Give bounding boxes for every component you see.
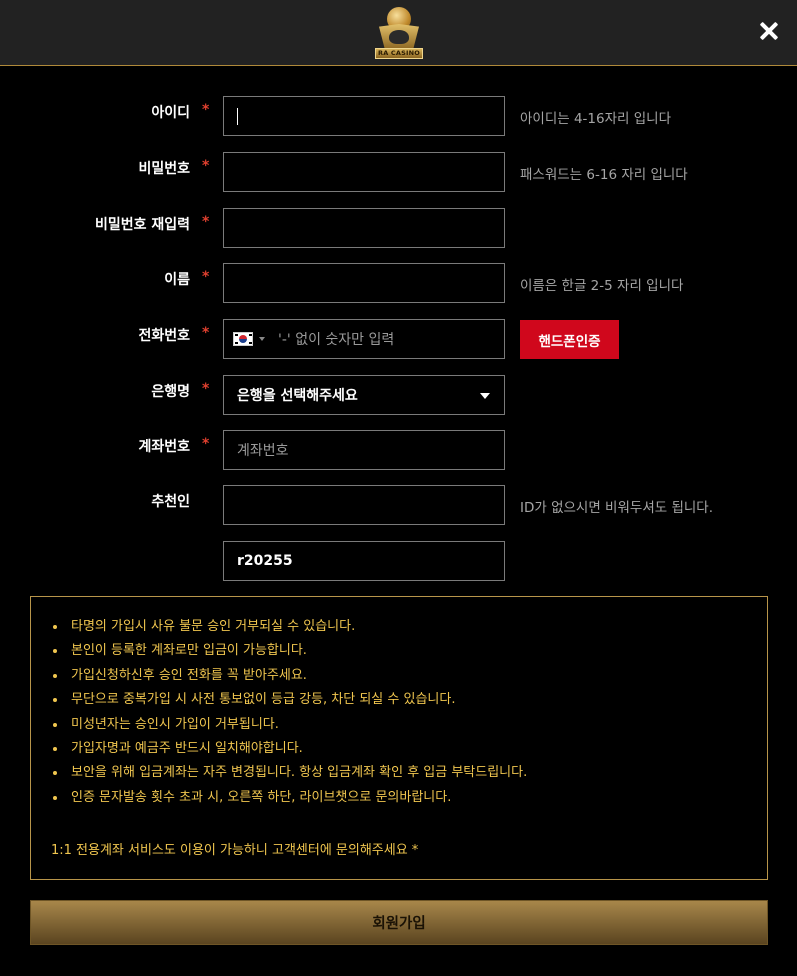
name-row: 이름 * 이름은 한글 2-5 자리 입니다 [0,263,797,303]
password-label: 비밀번호 [138,161,190,177]
bank-selected-value: 은행을 선택해주세요 [237,388,358,404]
name-input[interactable] [223,263,505,303]
required-mark: * [202,436,210,452]
account-placeholder: 계좌번호 [237,443,289,459]
notice-item: 가입신청하신후 승인 전화를 꼭 받아주세요. [51,666,747,690]
phone-verify-button[interactable]: 핸드폰인증 [520,320,619,359]
account-label: 계좌번호 [138,439,190,455]
notice-item: 가입자명과 예금주 반드시 일치해야합니다. [51,739,747,763]
password-confirm-input[interactable] [223,208,505,248]
notice-item: 인증 문자발송 횟수 초과 시, 오른쪽 하단, 라이브챗으로 문의바랍니다. [51,788,747,812]
username-row: 아이디 * 아이디는 4-16자리 입니다 [0,96,797,136]
username-hint: 아이디는 4-16자리 입니다 [520,111,672,127]
notice-item: 타명의 가입시 사유 불문 승인 거부되실 수 있습니다. [51,617,747,641]
korea-flag-icon[interactable] [233,332,253,346]
casino-logo: RA CASINO [373,6,425,60]
signup-button[interactable]: 회원가입 [30,900,768,945]
notice-footnote: 1:1 전용계좌 서비스도 이용이 가능하니 고객센터에 문의해주세요 * [51,843,419,858]
required-mark: * [202,325,210,341]
username-input[interactable] [223,96,505,136]
bank-row: 은행명 * 은행을 선택해주세요 [0,375,797,415]
name-label: 이름 [164,272,190,288]
bank-select[interactable]: 은행을 선택해주세요 [223,375,505,415]
referrer-input[interactable] [223,485,505,525]
required-mark: * [202,269,210,285]
notice-item: 보안을 위해 입금계좌는 자주 변경됩니다. 항상 입금계좌 확인 후 입금 부… [51,763,747,787]
text-cursor [237,107,238,125]
notice-box: 타명의 가입시 사유 불문 승인 거부되실 수 있습니다. 본인이 등록한 계좌… [30,596,768,880]
referrer-row: 추천인 ID가 없으시면 비워두셔도 됩니다. [0,485,797,525]
password-row: 비밀번호 * 패스워드는 6-16 자리 입니다 [0,152,797,192]
notice-list: 타명의 가입시 사유 불문 승인 거부되실 수 있습니다. 본인이 등록한 계좌… [51,617,747,812]
code-input[interactable]: r20255 [223,541,505,581]
referrer-label: 추천인 [151,494,190,510]
notice-item: 미성년자는 승인시 가입이 거부됩니다. [51,715,747,739]
chevron-down-icon[interactable] [259,337,265,341]
password-hint: 패스워드는 6-16 자리 입니다 [520,167,688,183]
required-mark: * [202,102,210,118]
modal-header: RA CASINO [0,0,797,66]
code-value: r20255 [237,553,293,569]
account-row: 계좌번호 * 계좌번호 [0,430,797,470]
bank-label: 은행명 [151,384,190,400]
phone-label: 전화번호 [138,328,190,344]
name-hint: 이름은 한글 2-5 자리 입니다 [520,278,684,294]
required-mark: * [202,214,210,230]
phone-placeholder: '-' 없이 숫자만 입력 [278,332,395,348]
password-confirm-label: 비밀번호 재입력 [94,217,190,233]
close-icon[interactable] [758,20,780,42]
dropdown-arrow-icon [480,393,490,399]
code-row: r20255 [0,541,797,581]
password-confirm-row: 비밀번호 재입력 * [0,208,797,248]
logo-text: RA CASINO [375,48,423,59]
username-label: 아이디 [151,105,190,121]
phone-input[interactable]: '-' 없이 숫자만 입력 [223,319,505,359]
phone-row: 전화번호 * '-' 없이 숫자만 입력 핸드폰인증 [0,319,797,359]
required-mark: * [202,381,210,397]
account-input[interactable]: 계좌번호 [223,430,505,470]
notice-item: 무단으로 중복가입 시 사전 통보없이 등급 강등, 차단 되실 수 있습니다. [51,690,747,714]
required-mark: * [202,158,210,174]
notice-item: 본인이 등록한 계좌로만 입금이 가능합니다. [51,641,747,665]
password-input[interactable] [223,152,505,192]
referrer-hint: ID가 없으시면 비워두셔도 됩니다. [520,500,714,516]
